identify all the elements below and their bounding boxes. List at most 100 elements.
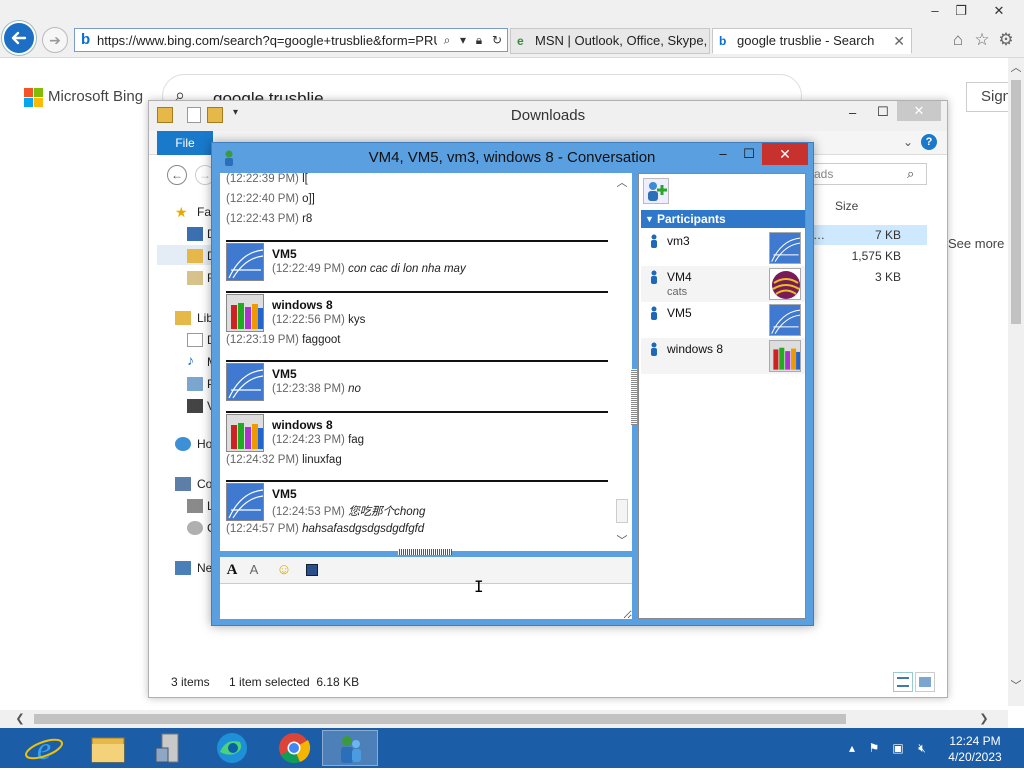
message-line: (12:22:49 PM) con cac di lon nha may [272,263,466,275]
font-icon[interactable]: A [222,560,242,580]
close-button[interactable]: ✕ [986,2,1012,20]
page-vertical-scrollbar[interactable]: ︿ ﹀ [1008,58,1024,706]
text-color-icon[interactable]: A [244,560,264,580]
column-header-size[interactable]: Size [835,199,858,213]
taskbar-edge[interactable] [204,730,260,766]
minimize-button[interactable]: – [922,2,948,20]
scroll-down-icon[interactable]: ﹀ [1008,678,1024,694]
contact-status-icon [651,270,657,284]
message-compose-area[interactable] [220,583,632,619]
large-icons-view-button[interactable] [915,672,935,692]
sender-name: VM5 [272,367,297,381]
taskbar-internet-explorer[interactable]: e [16,730,72,766]
clock-date[interactable]: 4/20/2023 [942,750,1008,764]
refresh-icon[interactable]: ↻ [489,32,505,48]
message-text: linuxfag [302,454,342,466]
scroll-right-icon[interactable]: ❯ [976,711,992,727]
message-line: (12:24:23 PM) fag [272,434,364,446]
back-arrow-icon[interactable]: ← [167,165,187,185]
message-separator [226,360,608,362]
avatar-windows-8 [226,294,264,332]
scroll-thumb[interactable] [34,714,846,724]
taskbar-server-manager[interactable] [142,730,198,766]
scroll-down-icon[interactable]: ﹀ [614,533,630,549]
participant-windows-8[interactable]: windows 8 [641,338,805,374]
svg-text:e: e [37,730,51,766]
lock-icon[interactable]: 🔒︎ [471,32,487,48]
participants-header[interactable]: ▼ Participants [641,210,805,228]
recent-places-icon [187,271,203,285]
bing-favicon-icon: b [719,34,727,48]
selection-info: 1 item selected 6.18 KB [229,675,360,689]
address-url[interactable]: https://www.bing.com/search?q=google+tru… [97,33,437,49]
status-bar: 3 items 1 item selected 6.18 KB [149,669,947,697]
taskbar-chrome[interactable] [266,730,322,766]
scroll-up-icon[interactable]: ︿ [614,175,630,191]
file-size: 7 KB [874,228,901,242]
tab-close-icon[interactable]: ✕ [893,29,905,53]
settings-gear-icon[interactable]: ⚙ [996,30,1016,50]
details-view-button[interactable] [893,672,913,692]
participant-vm4[interactable]: VM4 cats [641,266,805,302]
volume-muted-icon[interactable]: 🔇︎ [914,740,930,756]
timestamp: (12:24:53 PM) [272,506,345,518]
message-separator [226,411,608,413]
chat-history[interactable]: (12:22:39 PM) l[ (12:22:40 PM) o]] (12:2… [220,173,624,551]
see-more-link[interactable]: See more [946,222,1006,266]
page-horizontal-scrollbar[interactable]: ❮ ❯ [0,710,1008,728]
contact-status-icon [651,234,657,248]
address-bar[interactable]: b https://www.bing.com/search?q=google+t… [74,28,508,52]
tray-overflow-icon[interactable]: ▴ [844,740,860,756]
forward-button[interactable]: ➔ [42,27,68,53]
drive-icon [187,499,203,513]
message-input[interactable] [220,584,632,619]
pane-resize-grip[interactable] [631,369,637,425]
message-text: hahsafasdgsdgsdgdfgfd [302,523,425,535]
scroll-up-icon[interactable]: ︿ [1008,60,1024,76]
add-user-icon [648,182,667,201]
chat-history-scrollbar[interactable]: ︿ ﹀ [612,173,632,551]
scroll-thumb[interactable] [1011,80,1021,324]
network-icon[interactable]: ▣ [890,740,906,756]
home-icon[interactable]: ⌂ [948,30,968,50]
explorer-titlebar: ▾ Downloads – ☐ ✕ [149,101,947,131]
participant-vm3[interactable]: vm3 [641,230,805,266]
participant-vm5[interactable]: VM5 [641,302,805,338]
close-button[interactable]: ✕ [897,101,941,121]
restore-button[interactable]: ❐ [948,2,974,20]
collapse-triangle-icon: ▼ [645,214,654,224]
forward-arrow-icon: ➔ [49,32,61,48]
message-text: 您吃那个chong [348,506,426,518]
emoticon-icon[interactable]: ☺ [274,560,294,580]
dropdown-icon[interactable]: ▾ [455,32,471,48]
format-toolbar: A A ☺ [220,557,632,583]
participants-header-label: Participants [657,212,726,226]
taskbar-file-explorer[interactable] [80,730,136,766]
close-button[interactable]: ✕ [762,143,808,165]
message-text: faggoot [302,334,341,346]
favorites-star-icon[interactable]: ☆ [972,30,992,50]
desktop-icon [187,227,203,241]
pane-resize-grip[interactable] [398,549,452,555]
clock-time[interactable]: 12:24 PM [946,734,1004,748]
search-icon[interactable]: ⌕ [439,32,455,48]
scroll-left-icon[interactable]: ❮ [12,711,28,727]
action-center-flag-icon[interactable]: ⚑ [866,740,882,756]
invite-participant-button[interactable] [643,178,669,204]
save-icon[interactable] [302,560,322,580]
scroll-thumb[interactable] [616,499,628,523]
message-separator [226,480,608,482]
tab-bing-search[interactable]: b google trusblie - Search ✕ [712,28,912,54]
tab-file[interactable]: File [157,131,213,155]
back-button[interactable] [2,21,36,55]
logo-square [34,88,43,97]
tab-msn[interactable]: e MSN | Outlook, Office, Skype, ... [510,28,710,54]
maximize-button[interactable]: ☐ [877,104,889,120]
taskbar-messenger[interactable] [322,730,378,766]
help-icon[interactable]: ? [921,134,937,150]
ribbon-expand-icon[interactable]: ⌄ [903,135,913,149]
message-line: (12:24:53 PM) 您吃那个chong [272,503,425,519]
minimize-button[interactable]: – [849,105,856,120]
maximize-button[interactable]: ☐ [734,143,764,165]
window-title: Downloads [510,107,586,124]
